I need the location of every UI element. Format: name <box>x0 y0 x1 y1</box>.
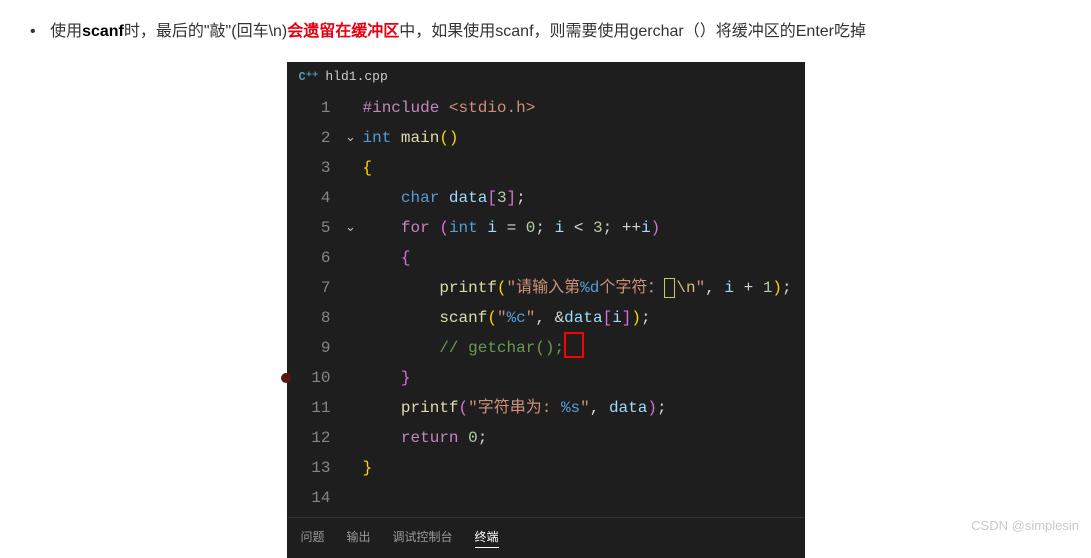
watermark: CSDN @simplesin <box>971 518 1079 533</box>
line-numbers: 1234 5678 9101112 1314 <box>295 91 343 513</box>
note-scanf: scanf <box>82 23 124 40</box>
note-red: 会遗留在缓冲区 <box>287 23 399 40</box>
code-line: for (int i = 0; i < 3; ++i) <box>363 213 805 243</box>
note-mid1: 时，最后的"敲"(回车\n) <box>124 23 287 40</box>
code-lines[interactable]: #include <stdio.h> int main() { char dat… <box>359 91 805 513</box>
tab-debug[interactable]: 调试控制台 <box>393 528 453 548</box>
code-line: } <box>363 453 805 483</box>
code-line: return 0; <box>363 423 805 453</box>
panel-tabs: 问题 输出 调试控制台 终端 <box>287 517 805 558</box>
code-editor: C⁺⁺ hld1.cpp 1234 5678 9101112 1314 ⌄ ⌄ … <box>287 62 805 558</box>
tab-terminal[interactable]: 终端 <box>475 528 499 548</box>
fold-gutter[interactable]: ⌄ ⌄ <box>343 91 359 513</box>
note-pre: 使用 <box>50 23 82 40</box>
code-line: } <box>363 363 805 393</box>
tab-problems[interactable]: 问题 <box>301 528 325 548</box>
char-highlight-box <box>664 278 675 298</box>
code-line: printf("请输入第%d个字符：\n", i + 1); <box>363 273 805 303</box>
code-line: #include <stdio.h> <box>363 93 805 123</box>
code-line: { <box>363 243 805 273</box>
code-line: scanf("%c", &data[i]); <box>363 303 805 333</box>
tab-filename: hld1.cpp <box>325 69 387 84</box>
breakpoint-gutter[interactable] <box>287 91 295 513</box>
code-area[interactable]: 1234 5678 9101112 1314 ⌄ ⌄ #include <std… <box>287 91 805 517</box>
editor-tab[interactable]: C⁺⁺ hld1.cpp <box>287 62 805 91</box>
code-line <box>363 483 805 513</box>
note-paragraph: 使用scanf时，最后的"敲"(回车\n)会遗留在缓冲区中，如果使用scanf，… <box>0 0 1091 47</box>
cpp-icon: C⁺⁺ <box>299 69 319 84</box>
tab-output[interactable]: 输出 <box>347 528 371 548</box>
code-line: int main() <box>363 123 805 153</box>
code-line: printf("字符串为: %s", data); <box>363 393 805 423</box>
code-line: // getchar(); <box>363 333 805 363</box>
code-line: { <box>363 153 805 183</box>
fold-l2[interactable]: ⌄ <box>343 123 359 153</box>
code-line: char data[3]; <box>363 183 805 213</box>
fold-l5[interactable]: ⌄ <box>343 213 359 243</box>
note-mid2: 中，如果使用scanf，则需要使用gerchar（）将缓冲区的Enter吃掉 <box>399 23 866 40</box>
breakpoint-line10[interactable] <box>287 363 295 393</box>
